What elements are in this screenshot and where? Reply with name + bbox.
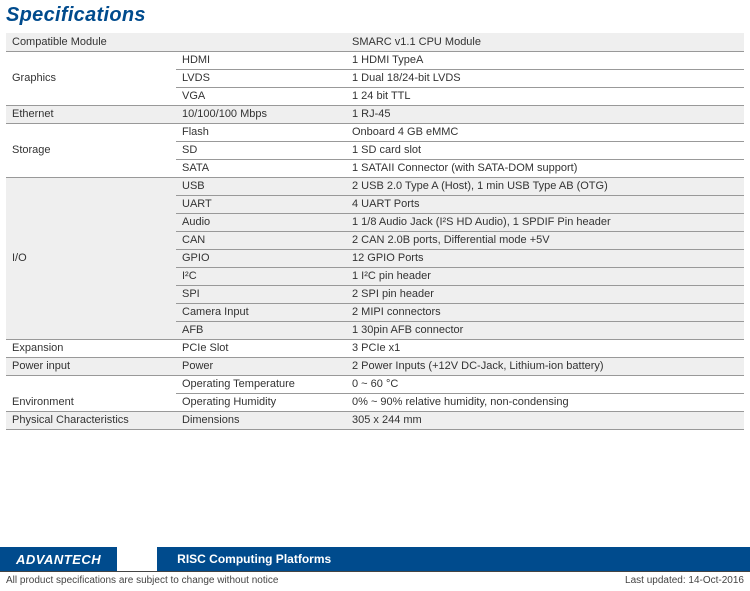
value-cell: 0 ~ 60 °C: [346, 375, 744, 393]
category-cell: [6, 375, 176, 393]
value-cell: 1 I²C pin header: [346, 267, 744, 285]
subcategory-cell: USB: [176, 177, 346, 195]
category-cell: Physical Characteristics: [6, 411, 176, 429]
subcategory-cell: Audio: [176, 213, 346, 231]
category-cell: Graphics: [6, 69, 176, 87]
value-cell: 1 Dual 18/24-bit LVDS: [346, 69, 744, 87]
value-cell: 2 MIPI connectors: [346, 303, 744, 321]
value-cell: 3 PCIe x1: [346, 339, 744, 357]
value-cell: 1 SATAII Connector (with SATA-DOM suppor…: [346, 159, 744, 177]
subcategory-cell: CAN: [176, 231, 346, 249]
subcategory-cell: AFB: [176, 321, 346, 339]
brand-logo: ADVANTECH: [0, 547, 117, 571]
value-cell: 4 UART Ports: [346, 195, 744, 213]
category-cell: [6, 267, 176, 285]
disclaimer-text: All product specifications are subject t…: [6, 575, 278, 586]
category-cell: [6, 177, 176, 195]
category-cell: [6, 213, 176, 231]
subcategory-cell: UART: [176, 195, 346, 213]
category-cell: [6, 159, 176, 177]
subcategory-cell: SPI: [176, 285, 346, 303]
category-cell: [6, 51, 176, 69]
value-cell: 2 CAN 2.0B ports, Differential mode +5V: [346, 231, 744, 249]
category-cell: [6, 303, 176, 321]
subcategory-cell: Flash: [176, 123, 346, 141]
category-cell: Power input: [6, 357, 176, 375]
value-cell: 1 24 bit TTL: [346, 87, 744, 105]
category-cell: Compatible Module: [6, 33, 176, 51]
subcategory-cell: 10/100/100 Mbps: [176, 105, 346, 123]
subcategory-cell: [176, 33, 346, 51]
subcategory-cell: Camera Input: [176, 303, 346, 321]
category-cell: [6, 321, 176, 339]
value-cell: 2 USB 2.0 Type A (Host), 1 min USB Type …: [346, 177, 744, 195]
value-cell: 305 x 244 mm: [346, 411, 744, 429]
subcategory-cell: SD: [176, 141, 346, 159]
subcategory-cell: Dimensions: [176, 411, 346, 429]
value-cell: 2 Power Inputs (+12V DC-Jack, Lithium-io…: [346, 357, 744, 375]
spec-table: Compatible Module SMARC v1.1 CPU ModuleHD…: [6, 33, 744, 430]
value-cell: 1 1/8 Audio Jack (I²S HD Audio), 1 SPDIF…: [346, 213, 744, 231]
subcategory-cell: PCIe Slot: [176, 339, 346, 357]
subcategory-cell: Operating Temperature: [176, 375, 346, 393]
value-cell: 1 RJ-45: [346, 105, 744, 123]
category-cell: [6, 195, 176, 213]
value-cell: 1 30pin AFB connector: [346, 321, 744, 339]
subcategory-cell: VGA: [176, 87, 346, 105]
value-cell: Onboard 4 GB eMMC: [346, 123, 744, 141]
category-cell: [6, 123, 176, 141]
subcategory-cell: Operating Humidity: [176, 393, 346, 411]
subcategory-cell: I²C: [176, 267, 346, 285]
subcategory-cell: SATA: [176, 159, 346, 177]
subcategory-cell: GPIO: [176, 249, 346, 267]
value-cell: 12 GPIO Ports: [346, 249, 744, 267]
value-cell: SMARC v1.1 CPU Module: [346, 33, 744, 51]
category-cell: I/O: [6, 249, 176, 267]
page-title: Specifications: [6, 4, 744, 27]
value-cell: 2 SPI pin header: [346, 285, 744, 303]
last-updated-text: Last updated: 14-Oct-2016: [625, 575, 744, 586]
category-cell: Environment: [6, 393, 176, 411]
value-cell: 1 SD card slot: [346, 141, 744, 159]
subcategory-cell: LVDS: [176, 69, 346, 87]
category-cell: [6, 231, 176, 249]
footer: ADVANTECH RISC Computing Platforms All p…: [0, 547, 750, 591]
category-cell: Expansion: [6, 339, 176, 357]
value-cell: 0% ~ 90% relative humidity, non-condensi…: [346, 393, 744, 411]
subcategory-cell: Power: [176, 357, 346, 375]
platform-label: RISC Computing Platforms: [157, 552, 351, 566]
category-cell: Storage: [6, 141, 176, 159]
category-cell: Ethernet: [6, 105, 176, 123]
category-cell: [6, 285, 176, 303]
subcategory-cell: HDMI: [176, 51, 346, 69]
category-cell: [6, 87, 176, 105]
value-cell: 1 HDMI TypeA: [346, 51, 744, 69]
